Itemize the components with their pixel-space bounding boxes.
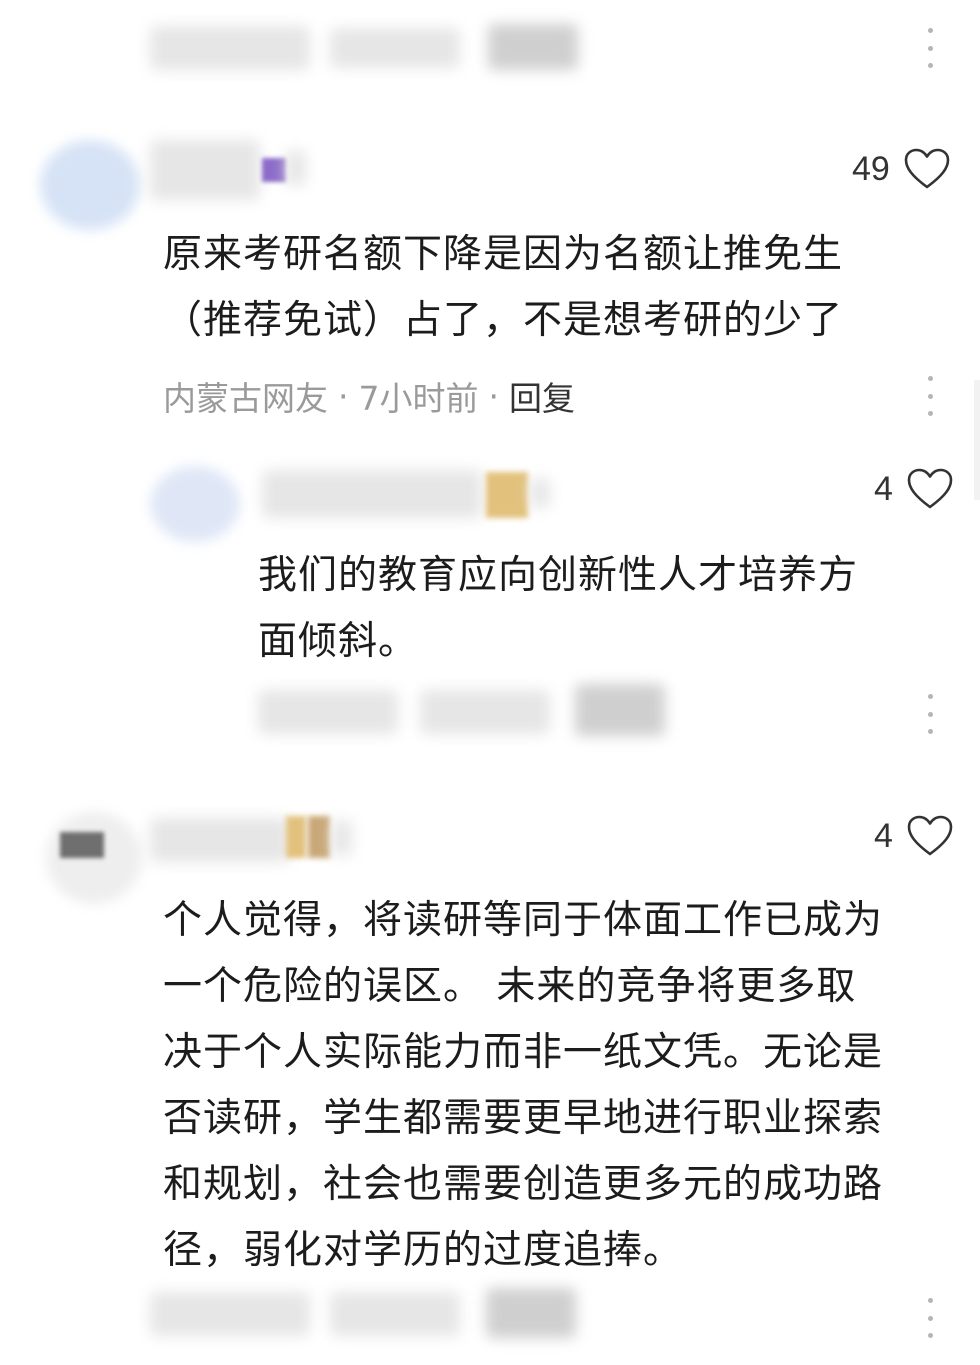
timestamp: 7小时前 xyxy=(358,379,479,418)
like-count: 4 xyxy=(874,469,893,508)
reply-button[interactable]: 回复 xyxy=(509,372,575,420)
like-button[interactable]: 4 xyxy=(874,815,953,857)
comment-line: （推荐免试）占了，不是想考研的少了 xyxy=(163,298,844,343)
separator: · xyxy=(338,376,349,416)
comment-line: 径，弱化对学历的过度追捧。 xyxy=(163,1228,684,1273)
comment-line: 原来考研名额下降是因为名额让推免生 xyxy=(163,232,844,277)
like-count: 49 xyxy=(852,149,890,188)
comment-line: 个人觉得，将读研等同于体面工作已成为 xyxy=(163,898,884,943)
comment-meta: 内蒙古网友 · 7小时前 · 回复 xyxy=(163,372,575,420)
scrollbar[interactable] xyxy=(974,380,980,500)
more-options-icon[interactable] xyxy=(920,376,940,416)
like-count: 4 xyxy=(874,816,893,855)
comment-line: 决于个人实际能力而非一纸文凭。无论是 xyxy=(163,1030,884,1075)
heart-outline-icon xyxy=(904,148,950,189)
like-button[interactable]: 4 xyxy=(874,468,953,510)
comment-line: 面倾斜。 xyxy=(258,619,419,664)
avatar[interactable] xyxy=(40,140,140,230)
avatar[interactable] xyxy=(150,466,240,542)
avatar[interactable] xyxy=(46,812,142,904)
like-button[interactable]: 49 xyxy=(852,148,950,190)
separator: · xyxy=(488,376,500,416)
avatar-image xyxy=(60,832,104,858)
heart-outline-icon xyxy=(907,815,953,856)
comment-text: 个人觉得，将读研等同于体面工作已成为 一个危险的误区。 未来的竞争将更多取 决于… xyxy=(163,888,883,1284)
comment-line: 和规划，社会也需要创造更多元的成功路 xyxy=(163,1162,884,1207)
comment-text: 原来考研名额下降是因为名额让推免生 （推荐免试）占了，不是想考研的少了 xyxy=(163,222,843,354)
more-options-icon[interactable] xyxy=(920,28,940,68)
comment-line: 一个危险的误区。 未来的竞争将更多取 xyxy=(163,964,857,1009)
comment-line: 否读研，学生都需要更早地进行职业探索 xyxy=(163,1096,884,1141)
comment-line: 我们的教育应向创新性人才培养方 xyxy=(258,553,859,598)
heart-outline-icon xyxy=(907,468,953,509)
more-options-icon[interactable] xyxy=(920,1298,940,1338)
reply-text: 我们的教育应向创新性人才培养方 面倾斜。 xyxy=(258,543,858,675)
location-text: 内蒙古网友 xyxy=(163,379,328,418)
more-options-icon[interactable] xyxy=(920,694,940,734)
